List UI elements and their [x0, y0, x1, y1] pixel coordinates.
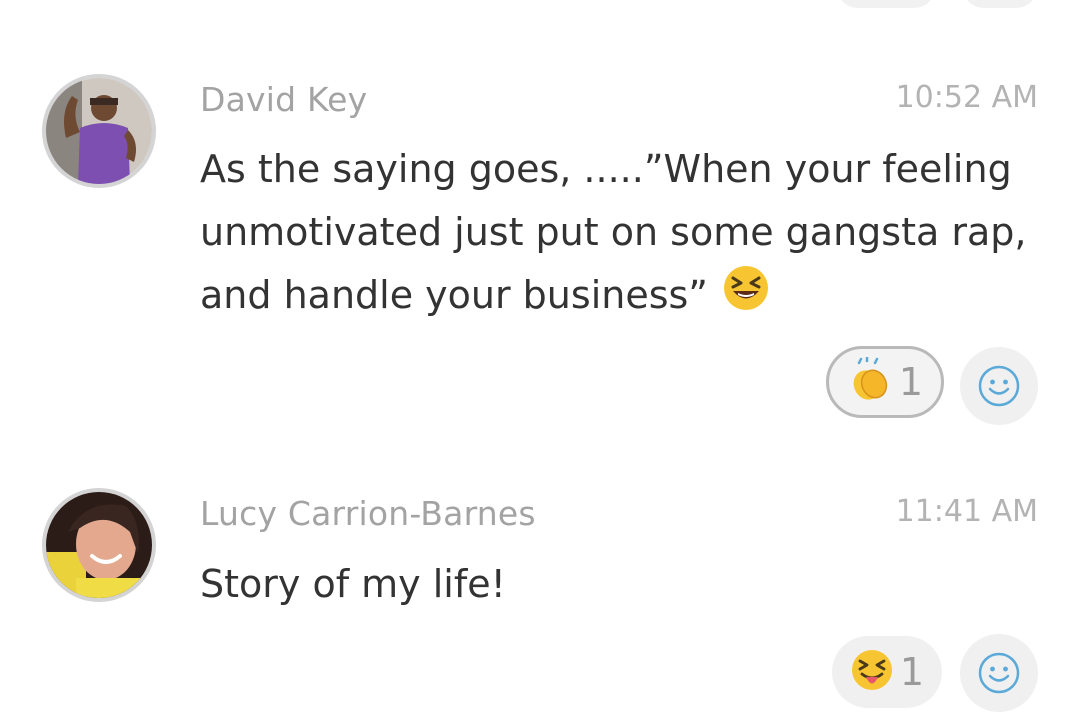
message-text: As the saying goes, .....”When your feel…	[200, 138, 1040, 331]
face-with-tongue-icon	[850, 648, 894, 696]
avatar-photo	[46, 492, 152, 598]
reaction-count: 1	[898, 360, 924, 404]
message-text-content: As the saying goes, .....”When your feel…	[200, 147, 1027, 317]
message-timestamp: 10:52 AM	[895, 80, 1038, 115]
avatar-photo	[46, 78, 152, 184]
smiley-icon	[978, 652, 1020, 694]
avatar[interactable]	[42, 74, 156, 188]
message-david-key: David Key 10:52 AM As the saying goes, .…	[0, 0, 1080, 440]
avatar[interactable]	[42, 488, 156, 602]
reaction-clapping-hands[interactable]: 1	[826, 346, 944, 418]
squinting-face-with-tongue-out-icon	[722, 264, 770, 331]
message-timestamp: 11:41 AM	[895, 494, 1038, 529]
reaction-count: 1	[899, 650, 925, 694]
reaction-face-with-tongue[interactable]: 1	[832, 636, 942, 708]
add-reaction-button[interactable]	[960, 347, 1038, 425]
author-name[interactable]: David Key	[200, 80, 367, 119]
clapping-hands-icon	[847, 355, 893, 407]
add-reaction-button[interactable]	[960, 634, 1038, 712]
message-text: Story of my life!	[200, 562, 506, 606]
message-lucy-carrion-barnes: Lucy Carrion-Barnes 11:41 AM Story of my…	[0, 440, 1080, 712]
author-name[interactable]: Lucy Carrion-Barnes	[200, 494, 536, 533]
smiley-icon	[978, 365, 1020, 407]
